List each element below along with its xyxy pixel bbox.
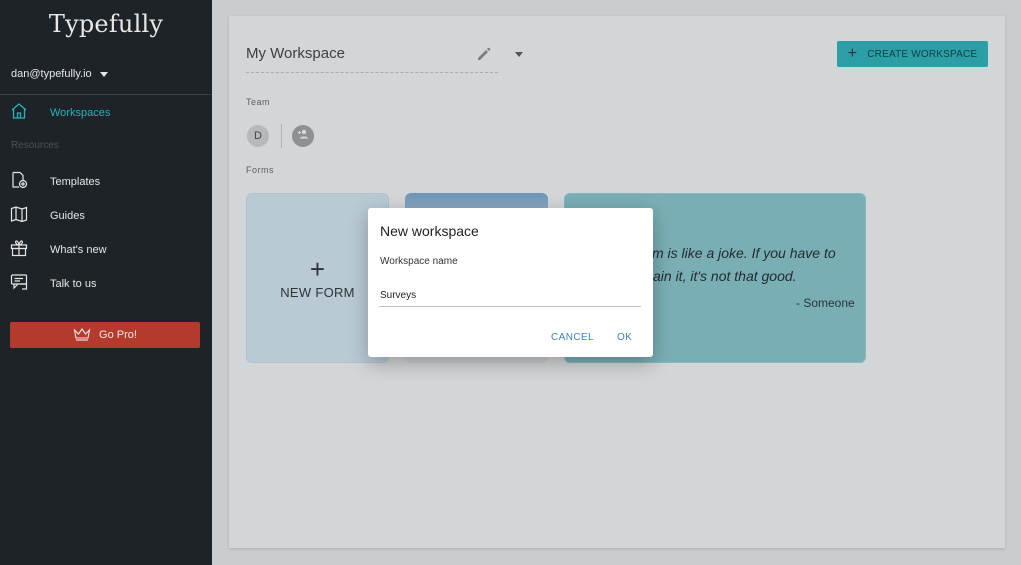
- account-email: dan@typefully.io: [11, 68, 92, 80]
- team-divider: [281, 124, 282, 148]
- workspace-name-input[interactable]: [379, 285, 641, 307]
- account-menu[interactable]: dan@typefully.io: [11, 68, 108, 80]
- file-add-icon: [10, 171, 28, 192]
- create-workspace-label: CREATE WORKSPACE: [867, 48, 978, 60]
- sidebar-item-guides[interactable]: Guides: [10, 205, 85, 226]
- chevron-down-icon: [99, 71, 108, 77]
- cancel-button[interactable]: CANCEL: [551, 332, 594, 343]
- add-member-button[interactable]: [292, 125, 314, 147]
- sidebar-item-templates[interactable]: Templates: [10, 171, 100, 192]
- workspace-title[interactable]: My Workspace: [246, 45, 345, 62]
- team-heading: Team: [246, 97, 271, 107]
- forms-heading: Forms: [246, 165, 274, 175]
- workspace-name-label: Workspace name: [380, 256, 458, 267]
- sidebar-item-talk-to-us[interactable]: Talk to us: [10, 273, 96, 294]
- sidebar: Typefully dan@typefully.io Workspaces Re…: [0, 0, 212, 565]
- edit-pencil-icon[interactable]: [476, 46, 492, 62]
- ok-button[interactable]: OK: [617, 332, 632, 343]
- resources-heading: Resources: [11, 140, 59, 151]
- create-workspace-button[interactable]: + CREATE WORKSPACE: [837, 41, 988, 67]
- go-pro-button[interactable]: Go Pro!: [10, 322, 200, 348]
- dialog-title: New workspace: [380, 223, 479, 239]
- home-icon: [10, 102, 28, 123]
- sidebar-item-label: Templates: [50, 175, 101, 188]
- gift-icon: [10, 239, 28, 260]
- chat-icon: [10, 273, 28, 294]
- sidebar-item-label: What's new: [50, 243, 107, 256]
- sidebar-item-label: Talk to us: [50, 277, 97, 290]
- sidebar-item-whats-new[interactable]: What's new: [10, 239, 107, 260]
- sidebar-item-label: Workspaces: [50, 106, 111, 119]
- plus-icon: +: [309, 253, 326, 284]
- workspace-title-underline: [246, 72, 498, 73]
- sidebar-divider: [0, 94, 212, 95]
- crown-icon: [73, 327, 91, 344]
- new-form-label: NEW FORM: [280, 284, 355, 300]
- quote-text-line1: m is like a joke. If you have to: [652, 245, 836, 261]
- plus-icon: +: [847, 45, 858, 62]
- new-workspace-dialog: New workspace Workspace name CANCEL OK: [368, 208, 653, 357]
- go-pro-label: Go Pro!: [99, 329, 137, 341]
- quote-text-line2: ain it, it's not that good.: [653, 268, 797, 284]
- quote-author: - Someone: [796, 296, 855, 310]
- sidebar-item-label: Guides: [50, 209, 85, 222]
- book-icon: [10, 205, 28, 226]
- sidebar-item-workspaces[interactable]: Workspaces: [10, 102, 110, 123]
- avatar[interactable]: D: [247, 125, 269, 147]
- add-person-icon: [297, 127, 309, 145]
- workspace-dropdown-chevron-down-icon[interactable]: [515, 52, 523, 57]
- app-logo: Typefully: [48, 10, 164, 38]
